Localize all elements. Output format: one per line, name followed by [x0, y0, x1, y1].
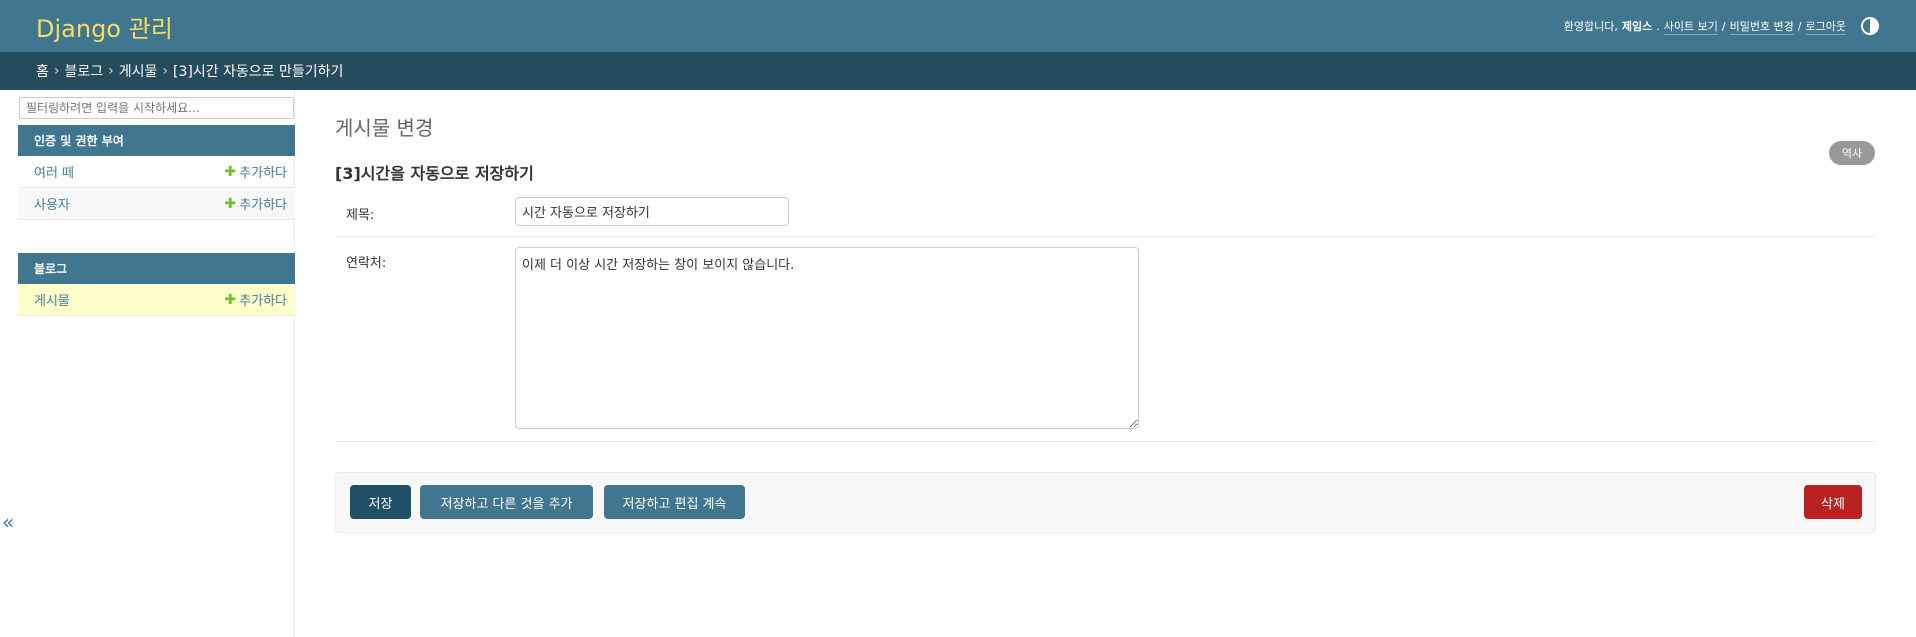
sidebar-item-label[interactable]: 게시물	[34, 290, 70, 309]
theme-toggle-icon[interactable]	[1860, 16, 1880, 36]
add-groups-link[interactable]: ✚ 추가하다	[224, 162, 287, 182]
breadcrumb: 홈 › 블로그 › 게시물 › [3]시간 자동으로 만들기하기	[0, 52, 1916, 90]
site-branding[interactable]: Django 관리	[36, 9, 173, 44]
sidebar-item-groups: 여러 떼 ✚ 추가하다	[18, 156, 295, 188]
user-tools: 환영합니다, 제임스 . 사이트 보기 / 비밀번호 변경 / 로그아웃	[1564, 16, 1880, 36]
logout-link[interactable]: 로그아웃	[1805, 18, 1846, 35]
form-row-content: 연락처: 이제 더 이상 시간 저장하는 창이 보이지 않습니다.	[335, 237, 1876, 442]
dot-separator: .	[1656, 19, 1660, 33]
form-row-title: 제목:	[335, 190, 1876, 237]
module-caption[interactable]: 인증 및 권한 부여	[18, 125, 295, 156]
object-title: [3]시간을 자동으로 저장하기	[335, 164, 534, 183]
nav-filter-input[interactable]	[19, 97, 294, 119]
view-site-link[interactable]: 사이트 보기	[1663, 18, 1718, 35]
submit-row: 저장 저장하고 다른 것을 추가 저장하고 편집 계속 삭제	[335, 472, 1876, 533]
module-blog: 블로그 게시물 ✚ 추가하다	[18, 253, 295, 316]
add-label: 추가하다	[239, 166, 287, 181]
breadcrumb-current: [3]시간 자동으로 만들기하기	[173, 64, 344, 80]
delete-button[interactable]: 삭제	[1804, 485, 1862, 519]
content-textarea[interactable]: 이제 더 이상 시간 저장하는 창이 보이지 않습니다.	[515, 247, 1139, 429]
sidebar-item-users: 사용자 ✚ 추가하다	[18, 188, 295, 220]
add-label: 추가하다	[239, 198, 287, 213]
plus-icon: ✚	[224, 195, 237, 212]
module-caption[interactable]: 블로그	[18, 253, 295, 284]
breadcrumb-app[interactable]: 블로그	[65, 61, 104, 81]
breadcrumb-separator: ›	[162, 63, 168, 79]
separator: /	[1721, 19, 1726, 33]
plus-icon: ✚	[224, 291, 237, 308]
plus-icon: ✚	[224, 163, 237, 180]
module-auth: 인증 및 권한 부여 여러 떼 ✚ 추가하다 사용자 ✚ 추가하다	[18, 125, 295, 220]
sidebar-item-label[interactable]: 여러 떼	[34, 162, 74, 181]
welcome-text: 환영합니다,	[1563, 20, 1618, 33]
add-users-link[interactable]: ✚ 추가하다	[224, 194, 287, 214]
title-input[interactable]	[515, 197, 789, 226]
breadcrumb-separator: ›	[108, 63, 114, 79]
username: 제임스	[1621, 20, 1653, 33]
page-title: 게시물 변경	[335, 116, 434, 140]
save-button[interactable]: 저장	[350, 485, 411, 519]
content-label: 연락처:	[346, 256, 387, 271]
separator: /	[1797, 19, 1802, 33]
toggle-sidebar-button[interactable]: «	[2, 510, 14, 534]
add-label: 추가하다	[239, 294, 287, 309]
save-and-add-another-button[interactable]: 저장하고 다른 것을 추가	[420, 485, 593, 519]
breadcrumb-model[interactable]: 게시물	[119, 61, 158, 81]
save-and-continue-button[interactable]: 저장하고 편집 계속	[604, 485, 745, 519]
header: Django 관리 환영합니다, 제임스 . 사이트 보기 / 비밀번호 변경 …	[0, 0, 1916, 52]
sidebar-item-posts: 게시물 ✚ 추가하다	[18, 284, 295, 316]
history-button[interactable]: 역사	[1829, 141, 1875, 165]
change-password-link[interactable]: 비밀번호 변경	[1729, 18, 1794, 35]
title-label: 제목:	[346, 208, 375, 223]
add-posts-link[interactable]: ✚ 추가하다	[224, 290, 287, 310]
breadcrumb-home[interactable]: 홈	[36, 61, 49, 81]
sidebar-item-label[interactable]: 사용자	[34, 194, 70, 213]
breadcrumb-separator: ›	[53, 63, 60, 79]
nav-sidebar: 인증 및 권한 부여 여러 떼 ✚ 추가하다 사용자 ✚ 추가하다 블로그 게시…	[18, 90, 295, 637]
